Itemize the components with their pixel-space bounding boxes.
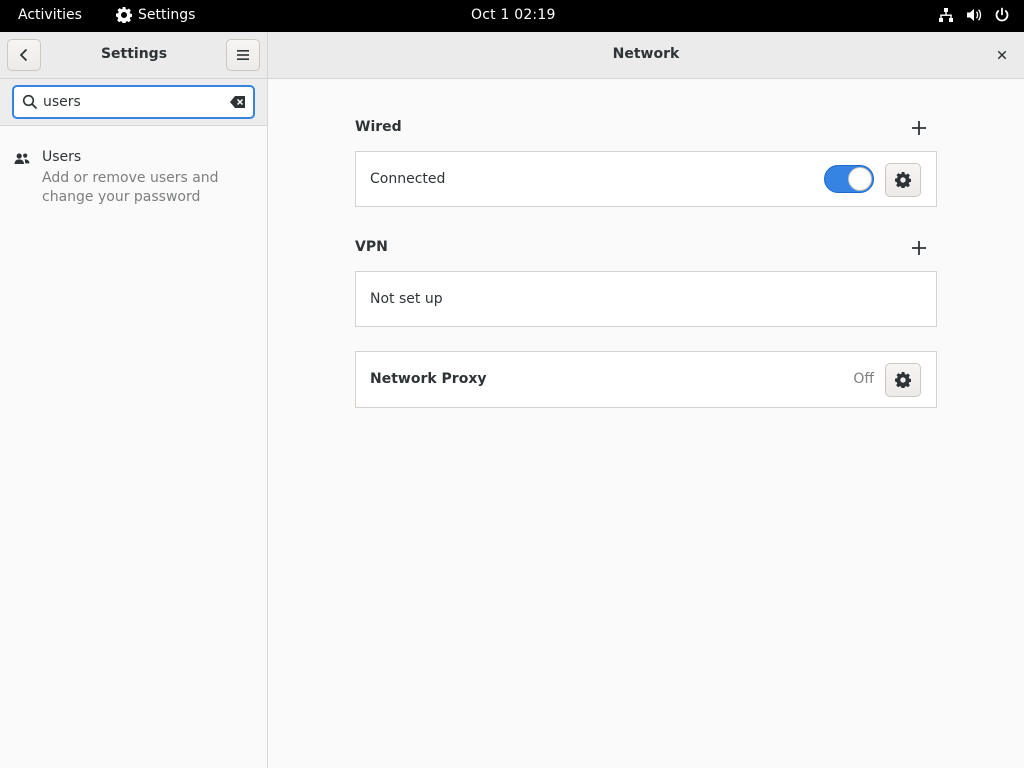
vpn-row: Not set up: [355, 271, 937, 327]
search-icon: [22, 94, 38, 110]
wired-section-label: Wired: [355, 119, 402, 135]
search-result-title: Users: [42, 149, 82, 165]
system-tray[interactable]: [938, 7, 1010, 23]
network-proxy-status: Off: [853, 371, 874, 387]
search-result-users[interactable]: Users Add or remove users and change you…: [0, 141, 267, 205]
wired-connection-row: Connected: [355, 151, 937, 207]
plus-icon[interactable]: [911, 240, 927, 256]
clear-text-icon[interactable]: [230, 95, 246, 109]
top-bar: Activities Settings Oct 1 02:19: [0, 0, 1024, 32]
wired-settings-button[interactable]: [885, 163, 921, 197]
close-icon: [997, 50, 1007, 60]
network-proxy-row[interactable]: Network Proxy Off: [355, 351, 937, 408]
vpn-status-label: Not set up: [370, 291, 443, 307]
back-button[interactable]: [7, 39, 41, 71]
vpn-section-label: VPN: [355, 239, 388, 255]
close-button[interactable]: [994, 47, 1010, 63]
power-icon: [995, 7, 1009, 22]
settings-window: Settings Network Users Add or remove use…: [0, 32, 1024, 768]
clock[interactable]: Oct 1 02:19: [471, 7, 556, 23]
search-input[interactable]: [43, 92, 223, 112]
sidebar-title: Settings: [100, 46, 168, 62]
users-icon: [14, 153, 30, 164]
search-bar: [0, 79, 267, 126]
sidebar: Users Add or remove users and change you…: [0, 79, 268, 768]
network-wired-icon: [939, 8, 953, 22]
volume-icon: [967, 9, 982, 21]
app-menu-label: Settings: [138, 7, 196, 23]
gear-icon: [895, 172, 911, 188]
gear-icon: [116, 7, 132, 23]
main-menu-button[interactable]: [226, 39, 260, 71]
search-box[interactable]: [12, 85, 255, 119]
network-proxy-label: Network Proxy: [370, 371, 487, 387]
wired-toggle-switch[interactable]: [824, 165, 874, 193]
content-header: Network: [268, 32, 1024, 79]
plus-icon[interactable]: [911, 120, 927, 136]
search-result-description: Add or remove users and change your pass…: [42, 170, 219, 205]
wired-status-label: Connected: [370, 171, 446, 187]
toggle-knob: [848, 167, 872, 191]
app-menu[interactable]: Settings: [116, 7, 195, 23]
network-proxy-settings-button[interactable]: [885, 363, 921, 397]
chevron-left-icon: [19, 48, 28, 62]
gear-icon: [895, 372, 911, 388]
sidebar-header: Settings: [0, 32, 268, 79]
activities-button[interactable]: Activities: [18, 7, 82, 23]
page-title: Network: [612, 46, 680, 62]
hamburger-menu-icon: [237, 50, 249, 60]
